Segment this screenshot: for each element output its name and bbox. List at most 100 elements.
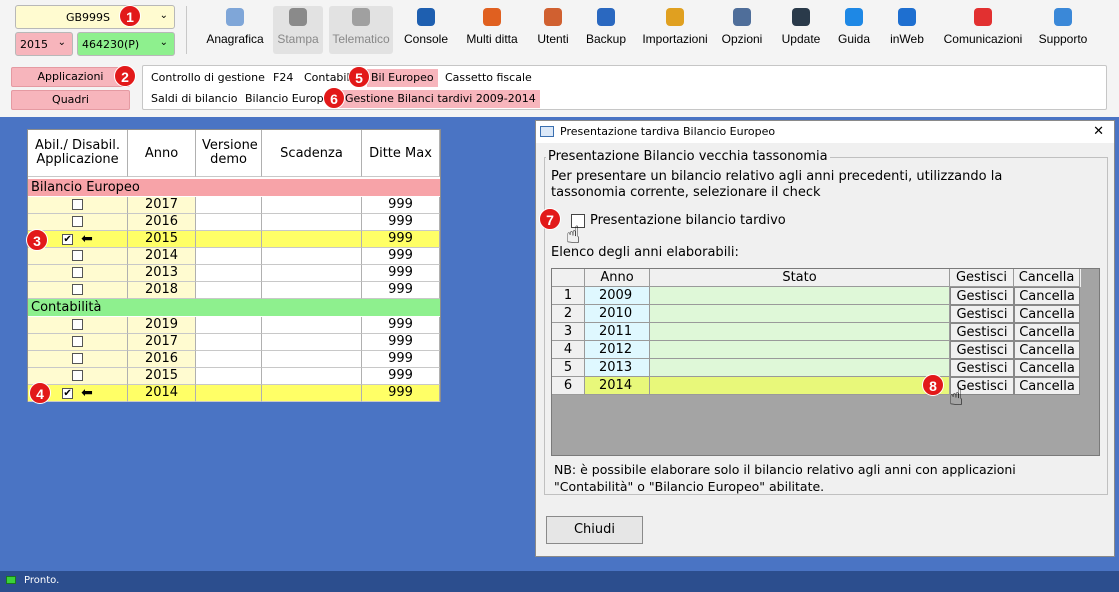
row-index: 6: [552, 377, 585, 395]
company-value: GB999S: [65, 11, 110, 24]
enable-checkbox[interactable]: [72, 353, 83, 364]
year-cell: 2015: [128, 231, 196, 248]
megaphone-icon: [970, 6, 996, 30]
nav-controllo-gestione[interactable]: Controllo di gestione: [147, 69, 269, 87]
group-header: Bilancio Europeo: [28, 179, 440, 196]
toolbar-button-inweb[interactable]: inWeb: [886, 6, 928, 54]
nav-bil-europeo[interactable]: Bil Europeo: [367, 69, 438, 87]
checkbox-label: Presentazione bilancio tardivo: [590, 213, 786, 228]
chiudi-button[interactable]: Chiudi: [546, 516, 643, 544]
toolbar-button-backup[interactable]: Backup: [583, 6, 629, 54]
toolbar-label: Guida: [837, 32, 871, 46]
help-icon: [841, 6, 867, 30]
year-select[interactable]: 2015 ⌄: [15, 32, 73, 56]
toolbar-button-console[interactable]: Console: [402, 6, 450, 54]
toolbar-button-multi-ditta[interactable]: Multi ditta: [460, 6, 524, 54]
marker-5: 5: [348, 66, 370, 88]
col-stato: Stato: [650, 269, 950, 287]
max-cell: 999: [362, 368, 440, 385]
toolbar-label: Update: [781, 32, 821, 46]
marker-3: 3: [26, 229, 48, 251]
col-cancella: Cancella: [1014, 269, 1080, 287]
cancella-button[interactable]: Cancella: [1014, 359, 1080, 377]
toolbar-label: Stampa: [277, 32, 319, 46]
toolbar-button-telematico[interactable]: Telematico: [329, 6, 393, 54]
toolbar-button-anagrafica[interactable]: Anagrafica: [204, 6, 266, 54]
table-row: 2017 999: [28, 334, 440, 351]
year-cell: 2016: [128, 214, 196, 231]
chevron-down-icon: ⌄: [57, 37, 66, 48]
quadri-button[interactable]: Quadri: [11, 90, 130, 110]
list-item: 1 2009 Gestisci Cancella: [552, 287, 1081, 305]
applicazioni-button[interactable]: Applicazioni: [11, 67, 130, 87]
toolbar-label: inWeb: [890, 32, 924, 46]
cancella-button[interactable]: Cancella: [1014, 305, 1080, 323]
toolbar-button-guida[interactable]: Guida: [834, 6, 874, 54]
cancella-button[interactable]: Cancella: [1014, 287, 1080, 305]
list-item: 4 2012 Gestisci Cancella: [552, 341, 1081, 359]
nav-f24[interactable]: F24: [269, 69, 297, 87]
toolbar-button-update[interactable]: Update: [778, 6, 824, 54]
enable-checkbox[interactable]: [72, 319, 83, 330]
toolbar-label: Backup: [585, 32, 627, 46]
print-icon: [285, 6, 311, 30]
top-bar: GB999S ⌄ 2015 ⌄ 464230(P) ⌄ Anagrafica St…: [0, 0, 1119, 117]
enable-checkbox[interactable]: [72, 370, 83, 381]
enable-checkbox[interactable]: [72, 216, 83, 227]
row-stato: [650, 359, 950, 377]
gear-icon: [729, 6, 755, 30]
row-index: 4: [552, 341, 585, 359]
support-icon: [1050, 6, 1076, 30]
nav-bilancio-europeo[interactable]: Bilancio Europe: [241, 90, 334, 108]
list-item: 2 2010 Gestisci Cancella: [552, 305, 1081, 323]
toolbar-button-supporto[interactable]: Supporto: [1033, 6, 1093, 54]
cancella-button[interactable]: Cancella: [1014, 377, 1080, 395]
toolbar-button-comunicazioni[interactable]: Comunicazioni: [938, 6, 1028, 54]
group-name: Contabilità: [31, 300, 102, 315]
enable-checkbox[interactable]: [72, 250, 83, 261]
code-select[interactable]: 464230(P) ⌄: [77, 32, 175, 56]
row-stato: [650, 341, 950, 359]
group-name: Bilancio Europeo: [31, 180, 140, 195]
enable-checkbox[interactable]: ✔: [62, 388, 74, 399]
nav-cassetto-fiscale[interactable]: Cassetto fiscale: [441, 69, 536, 87]
enable-checkbox[interactable]: ✔: [62, 234, 74, 245]
table-row: 2015 999: [28, 368, 440, 385]
company-select[interactable]: GB999S ⌄: [15, 5, 175, 29]
pointer-hand-icon: ☝: [949, 383, 964, 411]
enable-checkbox[interactable]: [72, 267, 83, 278]
cancella-button[interactable]: Cancella: [1014, 341, 1080, 359]
col-index: [552, 269, 585, 287]
code-value: 464230(P): [82, 38, 140, 51]
gestisci-button[interactable]: Gestisci: [950, 341, 1014, 359]
list-item: 3 2011 Gestisci Cancella: [552, 323, 1081, 341]
close-icon[interactable]: ✕: [1093, 124, 1104, 139]
nav-bilanci-tardivi[interactable]: Gestione Bilanci tardivi 2009-2014: [339, 90, 540, 108]
toolbar-button-utenti[interactable]: Utenti: [533, 6, 573, 54]
gestisci-button[interactable]: Gestisci: [950, 305, 1014, 323]
nav-saldi-bilancio[interactable]: Saldi di bilancio: [147, 90, 242, 108]
enable-checkbox[interactable]: [72, 336, 83, 347]
table-row: 2016 999: [28, 351, 440, 368]
year-cell: 2017: [128, 197, 196, 214]
toolbar-button-importazioni[interactable]: Importazioni: [639, 6, 711, 54]
cancella-button[interactable]: Cancella: [1014, 323, 1080, 341]
enable-checkbox[interactable]: [72, 199, 83, 210]
table-row: 2017 999: [28, 197, 440, 214]
year-value: 2015: [20, 38, 48, 51]
header-anno: Anno: [128, 130, 196, 177]
row-index: 2: [552, 305, 585, 323]
header-ditte-max: Ditte Max: [362, 130, 440, 177]
toolbar-label: Telematico: [332, 32, 390, 46]
gestisci-button[interactable]: Gestisci: [950, 287, 1014, 305]
late-filing-dialog: Presentazione tardiva Bilancio Europeo ✕…: [535, 120, 1115, 557]
status-text: Pronto.: [24, 575, 60, 586]
gestisci-button[interactable]: Gestisci: [950, 323, 1014, 341]
toolbar-button-stampa[interactable]: Stampa: [273, 6, 323, 54]
enable-checkbox[interactable]: [72, 284, 83, 295]
years-table-header: Anno Stato Gestisci Cancella: [552, 269, 1081, 287]
toolbar-button-opzioni[interactable]: Opzioni: [719, 6, 765, 54]
marker-6: 6: [323, 87, 345, 109]
header-versione: Versione demo: [196, 130, 262, 177]
gestisci-button[interactable]: Gestisci: [950, 359, 1014, 377]
